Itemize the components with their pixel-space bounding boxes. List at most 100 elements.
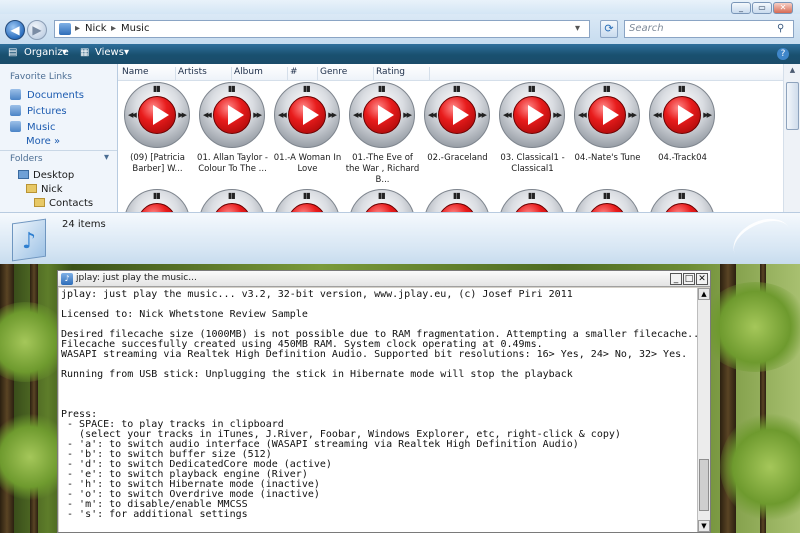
chevron-down-icon: ▾ <box>62 47 68 58</box>
console-line: Running from USB stick: Unplugging the s… <box>61 369 573 380</box>
column-name[interactable]: Name <box>120 67 176 81</box>
file-tile[interactable]: ▮▮ ◀◀ ▶▶ 01.-A Woman In Love <box>270 82 345 197</box>
file-tile[interactable]: ▮▮ ◀◀ ▶▶ 04.-Nate's Tune <box>570 82 645 197</box>
console-output[interactable]: jplay: just play the music... v3.2, 32-b… <box>59 288 697 532</box>
media-player-icon: ▮▮ <box>349 189 415 212</box>
column-album[interactable]: Album <box>232 67 288 81</box>
console-line: - 's': for additional settings <box>61 509 248 520</box>
more-link[interactable]: More » <box>26 136 60 147</box>
scroll-up-icon[interactable]: ▲ <box>786 66 799 79</box>
console-title: jplay: just play the music... <box>76 273 197 283</box>
media-player-icon: ▮▮ ◀◀ ▶▶ <box>424 82 490 148</box>
media-player-icon: ▮▮ ◀◀ ▶▶ <box>499 82 565 148</box>
file-name: 03. Classical1 -Classical1 <box>500 153 565 174</box>
chevron-right-icon: ▸ <box>75 23 81 34</box>
close-button[interactable]: ✕ <box>773 2 793 14</box>
music-icon <box>10 121 21 132</box>
column-genre[interactable]: Genre <box>318 67 374 81</box>
breadcrumb-music[interactable]: Music <box>121 23 149 34</box>
details-pane: ♪ 24 items <box>0 212 800 264</box>
maximize-button[interactable]: ▭ <box>752 2 772 14</box>
organize-icon: ▤ <box>8 47 18 58</box>
chevron-down-icon[interactable]: ▾ <box>104 152 109 163</box>
console-line: jplay: just play the music... v3.2, 32-b… <box>61 289 573 300</box>
folder-icon <box>26 184 37 193</box>
folder-icon <box>34 198 45 207</box>
column-rating[interactable]: Rating <box>374 67 430 81</box>
decorative-swoosh <box>726 213 798 264</box>
file-name: 04.-Track04 <box>658 153 707 163</box>
desktop-icon <box>18 170 29 179</box>
favorite-link-documents[interactable]: Documents <box>10 89 84 101</box>
console-close-button[interactable]: ✕ <box>696 273 708 285</box>
file-name: 01.-The Eve of the War , Richard B... <box>345 153 420 185</box>
search-input[interactable]: Search ⚲ <box>624 20 794 38</box>
jplay-console-window: ♪ jplay: just play the music... _ □ ✕ jp… <box>57 270 711 533</box>
media-player-icon: ▮▮ ◀◀ ▶▶ <box>649 82 715 148</box>
file-tile[interactable]: ▮▮ <box>495 189 570 212</box>
refresh-button[interactable]: ⟳ <box>600 20 618 38</box>
minimize-button[interactable]: _ <box>731 2 751 14</box>
tree-item-desktop[interactable]: Desktop <box>18 170 74 181</box>
tree-item-nick[interactable]: Nick <box>26 184 63 195</box>
file-tile[interactable]: ▮▮ <box>420 189 495 212</box>
chevron-right-icon: ▸ <box>111 23 117 34</box>
media-player-icon: ▮▮ ◀◀ ▶▶ <box>274 82 340 148</box>
search-icon[interactable]: ⚲ <box>777 23 784 34</box>
file-tile[interactable]: ▮▮ ◀◀ ▶▶ 01. Allan Taylor - Colour To The … <box>195 82 270 197</box>
dropdown-icon[interactable]: ▾ <box>575 23 580 34</box>
file-name: 01. Allan Taylor - Colour To The ... <box>197 153 268 174</box>
file-tile[interactable]: ▮▮ <box>195 189 270 212</box>
tree-item-contacts[interactable]: Contacts <box>34 198 93 209</box>
scroll-up-icon[interactable]: ▲ <box>698 288 710 300</box>
media-player-icon: ▮▮ <box>124 189 190 212</box>
favorite-link-pictures[interactable]: Pictures <box>10 105 67 117</box>
file-list: Name Artists Album # Genre Rating ▮▮ ◀◀ ▶▶… <box>118 64 800 212</box>
console-minimize-button[interactable]: _ <box>670 273 682 285</box>
back-button[interactable]: ◀ <box>5 20 25 40</box>
navigation-pane: Favorite Links Documents Pictures Music … <box>0 64 118 212</box>
file-tile[interactable]: ▮▮ <box>570 189 645 212</box>
console-line: Licensed to: Nick Whetstone Review Sampl… <box>61 309 308 320</box>
file-tile[interactable]: ▮▮ ◀◀ ▶▶ 01.-The Eve of the War , Richard … <box>345 82 420 197</box>
favorite-links-header: Favorite Links <box>10 72 72 82</box>
scroll-thumb[interactable] <box>699 459 709 511</box>
favorite-link-music[interactable]: Music <box>10 121 55 133</box>
column-artists[interactable]: Artists <box>176 67 232 81</box>
column-number[interactable]: # <box>288 67 318 81</box>
pictures-icon <box>10 105 21 116</box>
file-tile[interactable]: ▮▮ <box>270 189 345 212</box>
file-tile[interactable]: ▮▮ <box>645 189 720 212</box>
views-button[interactable]: Views <box>95 47 124 58</box>
file-list-scrollbar[interactable]: ▲ <box>783 64 800 212</box>
scroll-down-icon[interactable]: ▼ <box>698 520 710 532</box>
explorer-window: _ ▭ ✕ ◀ ▶ ▸ Nick ▸ Music ▾ ⟳ Search ⚲ ▤ … <box>0 0 800 264</box>
media-player-icon: ▮▮ <box>199 189 265 212</box>
breadcrumb-nick[interactable]: Nick <box>85 23 107 34</box>
file-tile[interactable]: ▮▮ <box>345 189 420 212</box>
folder-icon <box>59 23 71 35</box>
file-name: 04.-Nate's Tune <box>574 153 641 163</box>
search-placeholder: Search <box>629 23 664 34</box>
media-player-icon: ▮▮ <box>499 189 565 212</box>
help-button[interactable]: ? <box>777 48 789 60</box>
music-folder-icon: ♪ <box>8 217 48 262</box>
console-maximize-button[interactable]: □ <box>683 273 695 285</box>
file-name: (09) [Patricia Barber] W... <box>130 153 185 174</box>
folders-header[interactable]: Folders <box>10 154 43 164</box>
file-tile[interactable]: ▮▮ ◀◀ ▶▶ 02.-Graceland <box>420 82 495 197</box>
app-icon: ♪ <box>61 273 73 285</box>
file-tile[interactable]: ▮▮ ◀◀ ▶▶ (09) [Patricia Barber] W... <box>120 82 195 197</box>
file-tile[interactable]: ▮▮ ◀◀ ▶▶ 04.-Track04 <box>645 82 720 197</box>
documents-icon <box>10 89 21 100</box>
file-tile[interactable]: ▮▮ <box>120 189 195 212</box>
media-player-icon: ▮▮ ◀◀ ▶▶ <box>199 82 265 148</box>
forward-button[interactable]: ▶ <box>27 20 47 40</box>
media-player-icon: ▮▮ ◀◀ ▶▶ <box>349 82 415 148</box>
media-player-icon: ▮▮ ◀◀ ▶▶ <box>124 82 190 148</box>
file-tile[interactable]: ▮▮ ◀◀ ▶▶ 03. Classical1 -Classical1 <box>495 82 570 197</box>
address-bar[interactable]: ▸ Nick ▸ Music ▾ <box>54 20 590 38</box>
console-scrollbar[interactable]: ▲ ▼ <box>697 288 710 532</box>
chevron-down-icon: ▾ <box>124 47 130 58</box>
scroll-thumb[interactable] <box>786 82 799 130</box>
